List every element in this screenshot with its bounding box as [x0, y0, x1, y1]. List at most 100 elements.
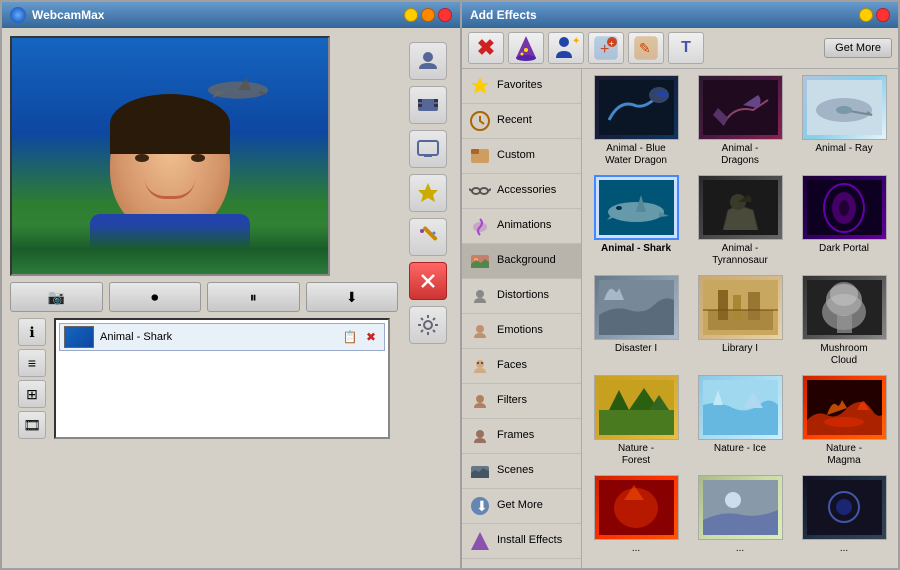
- effect-card-blue-water-dragon[interactable]: Animal - BlueWater Dragon: [588, 75, 684, 167]
- distortions-label: Distortions: [497, 289, 549, 302]
- gear-icon: [416, 313, 440, 337]
- minimize-button[interactable]: [404, 8, 418, 22]
- category-filters[interactable]: Filters: [462, 384, 581, 419]
- emotions-label: Emotions: [497, 324, 543, 337]
- toolbar-delete-button[interactable]: ✖: [468, 32, 504, 64]
- toolbar-person-button[interactable]: ✦: [548, 32, 584, 64]
- library-thumbnail: [703, 280, 778, 335]
- left-title-bar: WebcamMax: [2, 2, 460, 28]
- category-emotions[interactable]: Emotions: [462, 314, 581, 349]
- effect-label-forest: Nature -Forest: [618, 443, 654, 467]
- effect-card-nature-ice[interactable]: Nature - Ice: [692, 375, 788, 467]
- effect-card-trex[interactable]: Animal -Tyrannosaur: [692, 175, 788, 267]
- toolbar-wizard-button[interactable]: [508, 32, 544, 64]
- toolbar-edit-button[interactable]: ✎: [628, 32, 664, 64]
- video-frame: [10, 36, 330, 276]
- category-animations[interactable]: Animations: [462, 209, 581, 244]
- effect-copy-button[interactable]: 📋: [341, 328, 359, 346]
- toolbar-text-button[interactable]: T: [668, 32, 704, 64]
- animations-label: Animations: [497, 219, 551, 232]
- save-button[interactable]: ⬇: [306, 282, 399, 312]
- effect-card-image-library: [698, 275, 783, 340]
- list-view-button[interactable]: ≡: [18, 349, 46, 377]
- effect-item-name: Animal - Shark: [100, 331, 335, 343]
- effects-grid: Animal - BlueWater Dragon Anim: [588, 75, 892, 555]
- effects-grid-area: Animal - BlueWater Dragon Anim: [582, 69, 898, 568]
- right-eye: [191, 154, 205, 162]
- emotions-icon: [468, 319, 492, 343]
- effect-label-dragon: Animal - BlueWater Dragon: [605, 143, 667, 167]
- effect-card-ray[interactable]: Animal - Ray: [796, 75, 892, 167]
- partial1-thumbnail: [599, 480, 674, 535]
- effect-card-disaster[interactable]: Disaster I: [588, 275, 684, 367]
- effect-action-1[interactable]: [409, 42, 447, 80]
- maximize-button[interactable]: [421, 8, 435, 22]
- frames-icon: [468, 424, 492, 448]
- effect-action-3[interactable]: [409, 130, 447, 168]
- playback-controls: 📷 ⏺ ⏸ ⬇: [10, 282, 398, 312]
- effect-card-shark[interactable]: Animal - Shark: [588, 175, 684, 267]
- settings-btn[interactable]: [409, 306, 447, 344]
- category-accessories[interactable]: Accessories: [462, 174, 581, 209]
- effect-label-trex: Animal -Tyrannosaur: [712, 243, 768, 267]
- effect-card-image-nature-forest: [594, 375, 679, 440]
- effect-card-library[interactable]: Library I: [692, 275, 788, 367]
- frames-label: Frames: [497, 429, 534, 442]
- category-get-more[interactable]: ⬇ Get More: [462, 489, 581, 524]
- close-button[interactable]: [438, 8, 452, 22]
- display-icon: [416, 137, 440, 161]
- main-content: 📷 ⏺ ⏸ ⬇ ℹ ≡ ⊞ 🎞 A: [2, 28, 460, 568]
- right-minimize-button[interactable]: [859, 8, 873, 22]
- category-faces[interactable]: Faces: [462, 349, 581, 384]
- right-panel-title: Add Effects: [470, 8, 537, 22]
- effect-card-partial3[interactable]: ...: [796, 475, 892, 555]
- effect-label-disaster: Disaster I: [615, 343, 657, 355]
- background-icon: [468, 249, 492, 273]
- category-recent[interactable]: Recent: [462, 104, 581, 139]
- grid-view-button[interactable]: ⊞: [18, 380, 46, 408]
- record-button[interactable]: ⏺: [109, 282, 202, 312]
- film-button[interactable]: 🎞: [18, 411, 46, 439]
- favorites-label: Favorites: [497, 79, 542, 92]
- effects-list: Animal - Shark 📋 ✖: [54, 318, 390, 439]
- toolbar-add-button[interactable]: + +: [588, 32, 624, 64]
- effects-btn[interactable]: [409, 218, 447, 256]
- effect-list-item[interactable]: Animal - Shark 📋 ✖: [59, 323, 385, 351]
- category-background[interactable]: Background: [462, 244, 581, 279]
- effect-card-darkportal[interactable]: Dark Portal: [796, 175, 892, 267]
- list-sidebar: ℹ ≡ ⊞ 🎞: [18, 318, 50, 439]
- faces-icon: [468, 354, 492, 378]
- category-favorites[interactable]: Favorites: [462, 69, 581, 104]
- effect-card-mushroom[interactable]: MushroomCloud: [796, 275, 892, 367]
- scenes-icon: [468, 459, 492, 483]
- camera-button[interactable]: 📷: [10, 282, 103, 312]
- effect-card-nature-magma[interactable]: Nature -Magma: [796, 375, 892, 467]
- star-btn[interactable]: [409, 174, 447, 212]
- right-close-button[interactable]: [876, 8, 890, 22]
- person-icon: [416, 49, 440, 73]
- recent-label: Recent: [497, 114, 532, 127]
- effect-action-2[interactable]: [409, 86, 447, 124]
- category-frames[interactable]: Frames: [462, 419, 581, 454]
- pause-button[interactable]: ⏸: [207, 282, 300, 312]
- get-more-cat-label: Get More: [497, 499, 543, 512]
- effects-toolbar: ✖ ✦: [462, 28, 898, 69]
- effect-card-nature-forest[interactable]: Nature -Forest: [588, 375, 684, 467]
- get-more-button[interactable]: Get More: [824, 38, 892, 58]
- effect-card-partial1[interactable]: ...: [588, 475, 684, 555]
- effect-card-partial2[interactable]: ...: [692, 475, 788, 555]
- darkportal-thumbnail: [807, 180, 882, 235]
- effect-label-shark: Animal - Shark: [601, 243, 671, 255]
- info-button[interactable]: ℹ: [18, 318, 46, 346]
- action-sidebar: [404, 36, 452, 560]
- forest-thumbnail: [599, 380, 674, 435]
- category-install[interactable]: Install Effects: [462, 524, 581, 559]
- left-panel: WebcamMax: [0, 0, 460, 570]
- remove-effect-btn[interactable]: [409, 262, 447, 300]
- category-custom[interactable]: Custom: [462, 139, 581, 174]
- category-scenes[interactable]: Scenes: [462, 454, 581, 489]
- effect-label-ray: Animal - Ray: [815, 143, 872, 155]
- effect-delete-button[interactable]: ✖: [362, 328, 380, 346]
- category-distortions[interactable]: Distortions: [462, 279, 581, 314]
- effect-card-dragons[interactable]: Animal -Dragons: [692, 75, 788, 167]
